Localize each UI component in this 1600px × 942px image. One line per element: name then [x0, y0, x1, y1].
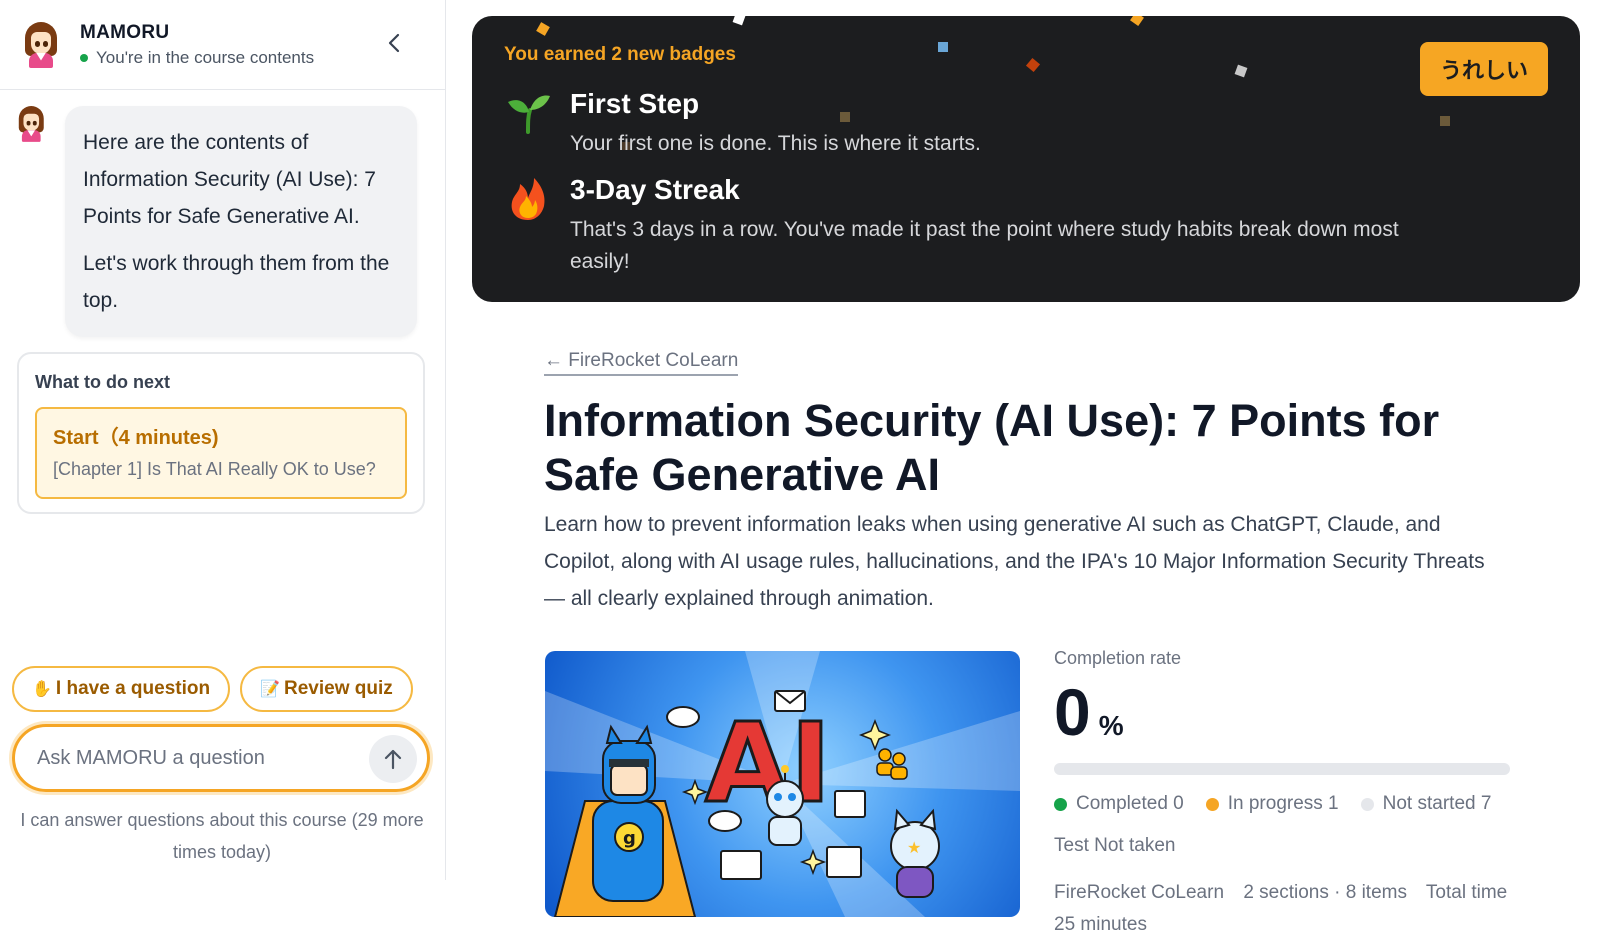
legend-in-progress: In progress 1: [1205, 793, 1339, 815]
chip-label: Review quiz: [284, 678, 393, 699]
legend-not-started: Not started 7: [1360, 793, 1492, 815]
confetti-icon: [1025, 57, 1041, 73]
ai-illustration: AI g ★: [545, 651, 1020, 917]
section-count: 2 sections · 8 items: [1243, 882, 1407, 903]
status-dot-icon: [1205, 797, 1219, 811]
dismiss-badges-button[interactable]: うれしい: [1420, 42, 1548, 96]
badge-3-day-streak: 3-Day Streak That's 3 days in a row. You…: [504, 174, 1410, 278]
message-bubble: Here are the contents of Information Sec…: [65, 106, 417, 337]
svg-text:★: ★: [907, 838, 921, 857]
badge-description: That's 3 days in a row. You've made it p…: [570, 218, 1399, 273]
provider-name: FireRocket CoLearn: [1054, 882, 1225, 903]
course-meta: FireRocket CoLearn 2 sections · 8 items …: [1054, 877, 1514, 941]
review-quiz-chip[interactable]: 📝 Review quiz: [240, 666, 413, 712]
back-to-provider-link[interactable]: ← FireRocket CoLearn: [544, 350, 739, 376]
chip-label: I have a question: [55, 678, 211, 699]
chapter-label: [Chapter 1] Is That AI Really OK to Use?: [53, 459, 376, 479]
status-text: You're in the course contents: [96, 47, 315, 67]
ask-question-chip[interactable]: ✋ I have a question: [12, 666, 231, 712]
badge-title: First Step: [570, 88, 700, 119]
svg-text:g: g: [623, 828, 636, 849]
assistant-status: You're in the course contents: [80, 48, 314, 68]
sprout-icon: [508, 95, 550, 134]
course-stats: Completion rate 0 % Completed 0 In progr…: [1054, 648, 1514, 941]
confetti-icon: [1440, 116, 1450, 126]
badge-first-step: First Step Your first one is done. This …: [504, 88, 1410, 160]
arrow-up-icon: [384, 749, 402, 770]
start-chapter-button[interactable]: Start（4 minutes) [Chapter 1] Is That AI …: [35, 407, 407, 499]
assistant-sidebar: MAMORU You're in the course contents Her…: [0, 0, 446, 880]
online-dot-icon: [80, 53, 88, 62]
next-step-card: What to do next Start（4 minutes) [Chapte…: [17, 352, 425, 514]
legend-label: In progress 1: [1227, 793, 1339, 814]
chat-message: Here are the contents of Information Sec…: [18, 106, 417, 337]
thumbnail-ai-text: AI: [705, 699, 831, 827]
completion-value: 0: [1054, 675, 1091, 749]
start-label: Start（4 minutes): [53, 427, 219, 449]
avatar: [24, 21, 58, 68]
ask-limit-note: I can answer questions about this course…: [20, 810, 424, 862]
confetti-icon: [1130, 16, 1144, 26]
confetti-icon: [938, 42, 948, 52]
ask-input[interactable]: [37, 746, 357, 770]
completion-unit: %: [1098, 710, 1124, 741]
legend-label: Not started 7: [1382, 793, 1492, 814]
cat-character-icon: ★: [890, 808, 940, 898]
badge-title: 3-Day Streak: [570, 174, 740, 205]
confetti-icon: [536, 22, 550, 36]
legend-label: Completed 0: [1076, 793, 1184, 814]
status-dot-icon: [1360, 797, 1374, 811]
memo-icon: 📝: [260, 681, 280, 698]
completion-label: Completion rate: [1054, 648, 1182, 668]
message-text: Here are the contents of Information Sec…: [83, 131, 376, 228]
test-status: Test Not taken: [1054, 835, 1176, 856]
collapse-sidebar-button[interactable]: [379, 28, 409, 58]
message-text: Let's work through them from the top.: [83, 252, 390, 312]
fire-icon: [511, 178, 545, 220]
legend-completed: Completed 0: [1054, 793, 1184, 815]
send-button[interactable]: [369, 735, 417, 783]
chevron-left-icon: [388, 33, 400, 53]
completion-rate: 0 %: [1054, 677, 1514, 747]
course-thumbnail: AI g ★: [545, 651, 1020, 917]
course-title: Information Security (AI Use): 7 Points …: [544, 395, 1440, 500]
progress-legend: Completed 0 In progress 1 Not started 7: [1054, 793, 1514, 815]
sidebar-header: MAMORU You're in the course contents: [0, 0, 445, 90]
avatar: [18, 106, 44, 142]
badge-description: Your first one is done. This is where it…: [570, 132, 981, 155]
quick-actions: ✋ I have a question 📝 Review quiz: [12, 666, 413, 712]
badges-banner: You earned 2 new badges うれしい First Step …: [472, 16, 1580, 302]
assistant-name: MAMORU: [80, 21, 170, 43]
ask-input-container: [12, 724, 430, 792]
course-description: Learn how to prevent information leaks w…: [544, 513, 1485, 610]
raised-hand-icon: ✋: [32, 681, 52, 698]
badges-heading: You earned 2 new badges: [504, 44, 736, 65]
next-step-title: What to do next: [35, 372, 170, 392]
completion-progress-bar: [1054, 763, 1510, 775]
status-dot-icon: [1054, 797, 1067, 811]
confetti-icon: [1234, 64, 1248, 78]
confetti-icon: [732, 16, 746, 26]
